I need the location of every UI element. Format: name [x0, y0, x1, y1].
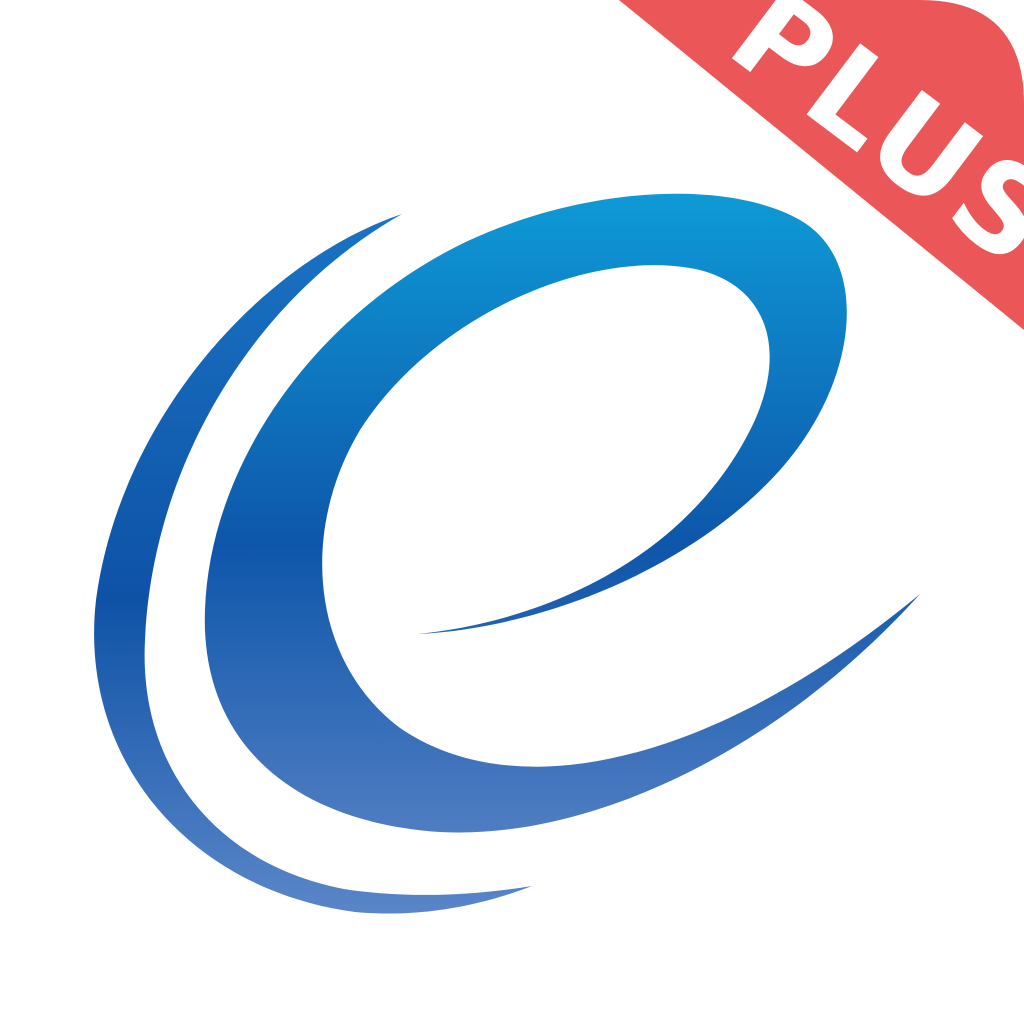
app-icon[interactable]: PLUS: [0, 0, 1024, 1024]
app-icon-artwork: PLUS: [0, 0, 1024, 1024]
